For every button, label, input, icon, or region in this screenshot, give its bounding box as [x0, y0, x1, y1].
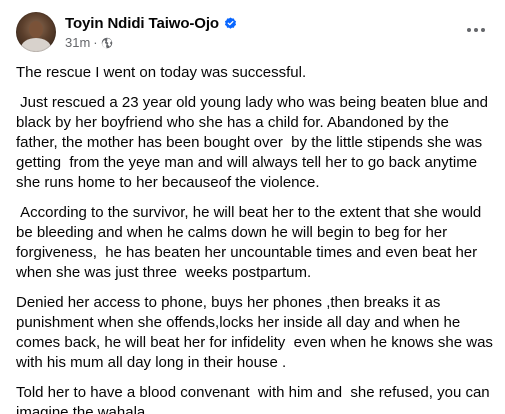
- post-body: The rescue I went on today was successfu…: [16, 63, 494, 414]
- more-options-button[interactable]: [460, 16, 492, 44]
- author-name[interactable]: Toyin Ndidi Taiwo-Ojo: [65, 15, 219, 32]
- post-meta: Toyin Ndidi Taiwo-Ojo 31m ·: [65, 14, 237, 51]
- author-avatar[interactable]: [16, 12, 56, 52]
- post-paragraph: Denied her access to phone, buys her pho…: [16, 294, 498, 371]
- post-timestamp-row: 31m ·: [65, 35, 237, 51]
- globe-icon: [101, 37, 112, 48]
- more-options-icon-dot: [474, 28, 478, 32]
- post-paragraph: According to the survivor, he will beat …: [16, 204, 486, 281]
- post-paragraph: The rescue I went on today was successfu…: [16, 64, 307, 81]
- more-options-icon-dot: [467, 28, 471, 32]
- post-header: Toyin Ndidi Taiwo-Ojo 31m ·: [16, 12, 237, 52]
- post-paragraph: Told her to have a blood convenant with …: [16, 384, 494, 414]
- author-row: Toyin Ndidi Taiwo-Ojo: [65, 14, 237, 34]
- more-options-icon-dot: [481, 28, 485, 32]
- post-time[interactable]: 31m: [65, 35, 90, 50]
- avatar-ring: [16, 12, 56, 52]
- separator-dot: ·: [93, 35, 98, 50]
- post-paragraph: Just rescued a 23 year old young lady wh…: [16, 94, 493, 191]
- verified-badge-icon: [224, 17, 237, 29]
- post-card: Toyin Ndidi Taiwo-Ojo 31m · The rescue I…: [0, 0, 505, 414]
